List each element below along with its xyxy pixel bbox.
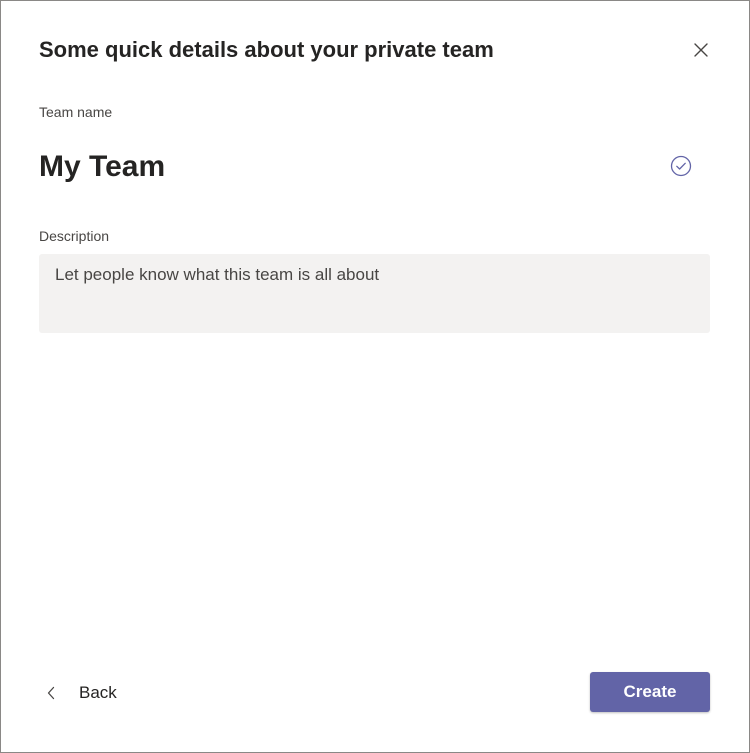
description-label: Description [39, 228, 110, 244]
back-label: Back [79, 683, 117, 702]
close-button[interactable] [687, 36, 715, 64]
close-icon [694, 43, 708, 57]
create-button[interactable]: Create [590, 672, 710, 712]
chevron-left-icon [41, 683, 61, 703]
check-circle-icon [670, 155, 692, 177]
description-input[interactable] [39, 254, 710, 333]
team-name-input[interactable] [39, 141, 659, 193]
dialog-title: Some quick details about your private te… [39, 37, 494, 62]
team-name-label: Team name [39, 104, 113, 120]
back-button[interactable]: Back [41, 673, 117, 713]
create-team-dialog: Some quick details about your private te… [0, 0, 750, 753]
